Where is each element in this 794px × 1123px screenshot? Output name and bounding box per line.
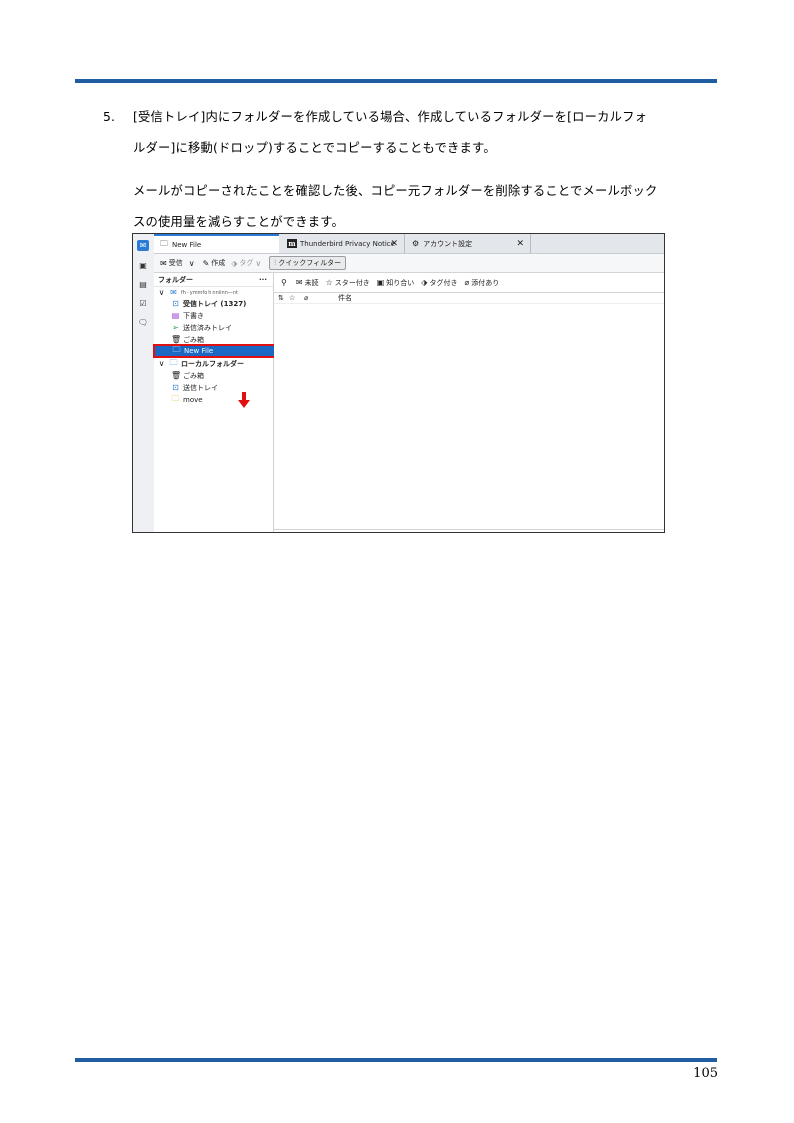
local-move[interactable]: 🗀 move bbox=[171, 394, 203, 405]
calendar-icon[interactable]: ▤ bbox=[137, 279, 149, 290]
para1-line2: ルダー]に移動(ドロップ)することでコピーすることもできます。 bbox=[133, 141, 496, 155]
filter-attachments[interactable]: ⌀ 添付あり bbox=[464, 278, 499, 288]
more-options-icon[interactable]: ··· bbox=[259, 276, 267, 284]
chevron-down-icon: ∨ bbox=[158, 359, 165, 368]
step-number: 5. bbox=[103, 110, 116, 124]
footer-rule bbox=[75, 1058, 717, 1062]
chat-icon[interactable]: 🗨 bbox=[137, 317, 149, 328]
column-header: ⇅ ☆ ⌀ 件名 bbox=[274, 293, 664, 304]
thunderbird-screenshot: ✉ ▣ ▤ ☑ 🗨 🗀 New File m Thunderbird Priva… bbox=[132, 233, 665, 533]
para1-line1: [受信トレイ]内にフォルダーを作成している場合、作成しているフォルダーを[ローカ… bbox=[133, 110, 648, 124]
thread-icon[interactable]: ⇅ bbox=[278, 294, 284, 302]
chevron-down-icon: ∨ bbox=[255, 258, 262, 268]
header-rule bbox=[75, 79, 717, 83]
tag-icon: ⬗ bbox=[231, 258, 238, 268]
tab-bar: 🗀 New File m Thunderbird Privacy Notice … bbox=[154, 234, 664, 254]
quick-filter-button[interactable]: ⫶ クイックフィルター bbox=[269, 256, 347, 270]
account-row[interactable]: ∨ ✉ fh ‐ ymmfo h nniinn—nt bbox=[157, 287, 238, 298]
trash-icon: 🗑 bbox=[171, 371, 182, 380]
m-logo-icon: m bbox=[287, 239, 297, 248]
filter-starred[interactable]: ☆ スター付き bbox=[326, 278, 370, 288]
message-pane: ⚲ ✉ 未読 ☆ スター付き ▣ 知り合い ⬗ タグ付き ⌀ 添付あり ⇅ ☆ ⌀ 件名 bbox=[274, 273, 664, 532]
outbox-icon: ⊡ bbox=[172, 383, 179, 392]
folder-pane-header: フォルダー ··· bbox=[154, 273, 273, 287]
chevron-down-icon: ∨ bbox=[158, 288, 165, 297]
folder-sent[interactable]: ➢ 送信済みトレイ bbox=[171, 322, 232, 333]
envelope-icon: ✉ bbox=[160, 258, 167, 268]
folder-icon: 🗀 bbox=[160, 238, 168, 248]
gear-icon: ⚙ bbox=[412, 239, 420, 248]
tab-label: アカウント設定 bbox=[423, 239, 473, 248]
filter-contacts[interactable]: ▣ 知り合い bbox=[377, 278, 415, 288]
subject-column[interactable]: 件名 bbox=[338, 293, 352, 303]
local-folders-row[interactable]: ∨ 🗀 ローカルフォルダー bbox=[157, 358, 244, 369]
mail-space-icon[interactable]: ✉ bbox=[137, 240, 149, 251]
folder-inbox[interactable]: ⊡ 受信トレイ (1327) bbox=[171, 298, 246, 309]
tab-account-settings[interactable]: ⚙ アカウント設定 ✕ bbox=[406, 234, 531, 253]
drafts-icon: ▤ bbox=[171, 311, 180, 320]
pencil-icon: ✎ bbox=[202, 258, 210, 268]
mail-account-icon: ✉ bbox=[170, 288, 177, 297]
folder-pane: フォルダー ··· ∨ ✉ fh ‐ ymmfo h nniinn—nt ⊡ 受… bbox=[153, 273, 276, 532]
folder-icon: 🗀 bbox=[171, 393, 180, 403]
page-number: 105 bbox=[693, 1066, 718, 1081]
local-trash[interactable]: 🗑 ごみ箱 bbox=[171, 370, 204, 381]
star-icon[interactable]: ☆ bbox=[289, 294, 295, 302]
drop-arrow-icon bbox=[238, 392, 250, 408]
star-icon: ☆ bbox=[325, 278, 333, 287]
paperclip-icon: ⌀ bbox=[464, 278, 470, 287]
chevron-down-icon[interactable]: ∨ bbox=[189, 259, 195, 268]
inbox-icon: ⊡ bbox=[172, 299, 179, 308]
para2-line1: メールがコピーされたことを確認した後、コピー元フォルダーを削除することでメールボ… bbox=[133, 184, 658, 198]
folder-drafts[interactable]: ▤ 下書き bbox=[171, 310, 204, 321]
envelope-icon: ✉ bbox=[295, 278, 303, 287]
tasks-icon[interactable]: ☑ bbox=[137, 298, 149, 309]
close-icon[interactable]: ✕ bbox=[516, 239, 524, 249]
quick-filter-bar: ⚲ ✉ 未読 ☆ スター付き ▣ 知り合い ⬗ タグ付き ⌀ 添付あり bbox=[274, 273, 664, 293]
note-paragraph: メールがコピーされたことを確認した後、コピー元フォルダーを削除することでメールボ… bbox=[133, 176, 658, 238]
address-book-icon[interactable]: ▣ bbox=[137, 260, 149, 271]
mail-toolbar: ✉ 受信 ∨ ✎ 作成 ⬗ タグ ∨ ⫶ クイックフィルター bbox=[154, 254, 664, 273]
tag-icon: ⬗ bbox=[421, 278, 428, 287]
spaces-toolbar: ✉ ▣ ▤ ☑ 🗨 bbox=[133, 234, 155, 532]
tag-button[interactable]: ⬗ タグ ∨ bbox=[231, 258, 263, 268]
trash-icon: 🗑 bbox=[171, 335, 182, 344]
folder-icon: 🗀 bbox=[169, 357, 178, 367]
local-outbox[interactable]: ⊡ 送信トレイ bbox=[171, 382, 218, 393]
pane-divider bbox=[274, 529, 664, 530]
tab-new-file[interactable]: 🗀 New File bbox=[154, 234, 279, 253]
close-icon[interactable]: ✕ bbox=[390, 239, 398, 249]
paperclip-icon[interactable]: ⌀ bbox=[304, 294, 308, 302]
tab-label: Thunderbird Privacy Notice bbox=[300, 239, 395, 248]
get-messages-button[interactable]: ✉ 受信 ∨ bbox=[160, 258, 197, 268]
filter-unread[interactable]: ✉ 未読 bbox=[296, 278, 319, 288]
tab-label: New File bbox=[172, 240, 202, 249]
folder-new-file-selected[interactable]: 🗀 New File bbox=[153, 344, 276, 358]
tab-privacy-notice[interactable]: m Thunderbird Privacy Notice ✕ bbox=[282, 234, 405, 253]
filter-tagged[interactable]: ⬗ タグ付き bbox=[421, 278, 457, 288]
compose-button[interactable]: ✎ 作成 bbox=[203, 258, 226, 268]
contact-icon: ▣ bbox=[376, 278, 385, 287]
sent-icon: ➢ bbox=[172, 323, 179, 332]
pin-icon[interactable]: ⚲ bbox=[281, 278, 289, 287]
